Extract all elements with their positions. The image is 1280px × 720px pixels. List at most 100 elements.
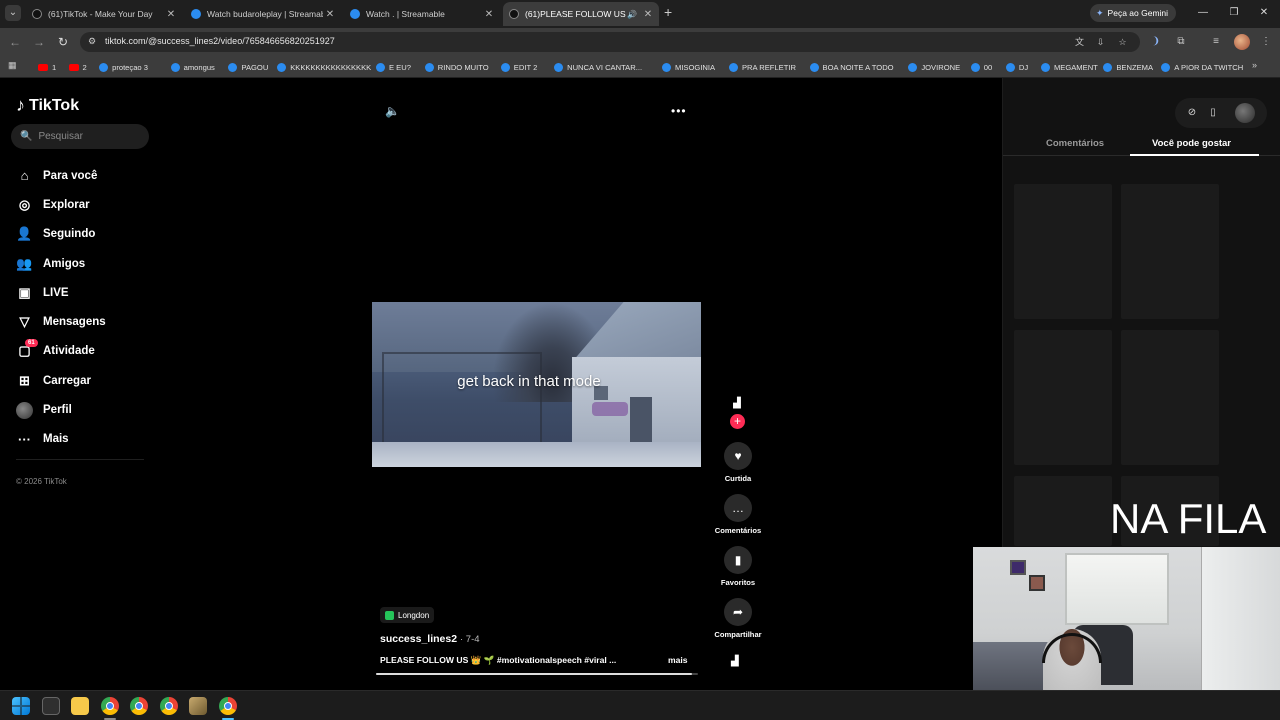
bookmark-item[interactable]: 2 [68, 60, 87, 74]
coin-icon[interactable]: ⊘ [1185, 106, 1199, 120]
obs-icon[interactable] [219, 697, 237, 715]
share-button[interactable]: ➦ Compartilhar [712, 598, 764, 639]
music-tag[interactable]: Longdon [380, 607, 435, 623]
bookmark-item[interactable]: DJ [1005, 60, 1028, 74]
suggested-video-thumbnail[interactable] [1014, 476, 1112, 546]
browser-tab[interactable]: Watch . | Streamable ✕ [344, 2, 500, 26]
forward-icon[interactable]: → [31, 34, 47, 50]
sidebar-item-atividade[interactable]: ▢ 61 Atividade [16, 337, 146, 366]
bookmark-item[interactable]: 00 [970, 60, 992, 74]
bookmark-item[interactable]: E EU? [376, 60, 411, 74]
suggested-video-thumbnail[interactable] [1121, 184, 1219, 319]
close-tab-icon[interactable]: ✕ [323, 9, 337, 20]
follow-plus-icon[interactable]: + [730, 414, 745, 429]
back-icon[interactable]: ← [7, 34, 23, 50]
sidebar-item-label: Mensagens [43, 316, 106, 329]
file-explorer-icon[interactable] [71, 697, 89, 715]
bookmark-item[interactable]: MISOGINIA [662, 60, 715, 74]
bookmark-item[interactable]: BENZEMA [1103, 60, 1153, 74]
bookmark-item[interactable]: amongus [170, 60, 215, 74]
calculator-icon[interactable] [42, 697, 60, 715]
suggested-video-thumbnail[interactable] [1014, 184, 1112, 319]
author-name[interactable]: success_lines2 [380, 633, 457, 645]
bookmark-item[interactable]: JOVIRONE [908, 60, 960, 74]
sidebar-item-perfil[interactable]: Perfil [16, 395, 146, 424]
streamable-icon [970, 62, 980, 72]
bookmark-star-icon[interactable]: ☆ [1116, 36, 1129, 49]
translate-icon[interactable]: 文 [1073, 36, 1086, 49]
bookmark-item[interactable]: RINDO MUITO [424, 60, 489, 74]
chrome-icon[interactable] [101, 697, 119, 715]
comments-button[interactable]: … Comentários [712, 494, 764, 535]
minimize-icon[interactable]: — [1195, 5, 1211, 21]
new-tab-icon[interactable]: + [664, 5, 678, 21]
bookmark-item[interactable]: MEGAMENT [1040, 60, 1098, 74]
more-options-icon[interactable]: ••• [671, 104, 687, 118]
music-label: Longdon [398, 610, 430, 620]
speaker-icon[interactable]: 🔊 [627, 10, 637, 19]
apps-grid-icon[interactable]: ▦ [8, 60, 17, 71]
media-controls-icon[interactable]: ≡ [1208, 34, 1224, 50]
extensions-icon[interactable]: ⧉ [1173, 34, 1189, 50]
browser-tab[interactable]: (61)TikTok - Make Your Day ✕ [26, 2, 182, 26]
stats-icon[interactable]: ▟ [731, 656, 739, 667]
bookmark-item[interactable]: PAGOU [228, 60, 268, 74]
windows-start-icon[interactable] [12, 697, 30, 715]
like-button[interactable]: ♥ Curtida [712, 442, 764, 483]
bookmark-item[interactable]: KKKKKKKKKKKKKKKK [277, 60, 371, 74]
tab-voce-pode-gostar[interactable]: Você pode gostar [1152, 138, 1231, 149]
suggested-video-thumbnail[interactable] [1014, 330, 1112, 465]
tab-search-icon[interactable]: ⌄ [5, 5, 21, 21]
volume-icon[interactable]: 🔈 [385, 104, 400, 118]
gemini-toolbar-icon[interactable]: ❩ [1148, 34, 1164, 50]
bookmark-label: MEGAMENT [1053, 62, 1098, 72]
user-avatar[interactable] [1235, 103, 1255, 123]
site-info-icon[interactable]: ⚙ [88, 36, 100, 48]
reload-icon[interactable]: ↻ [55, 34, 71, 50]
bookmark-item[interactable]: 1 [38, 60, 56, 74]
sidebar-item-live[interactable]: ▣ LIVE [16, 278, 146, 307]
close-tab-icon[interactable]: ✕ [164, 9, 178, 20]
search-box[interactable]: 🔍 [11, 124, 149, 149]
close-window-icon[interactable]: ✕ [1256, 5, 1272, 21]
sidebar-item-carregar[interactable]: ⊞ Carregar [16, 366, 146, 395]
phone-icon[interactable]: ▯ [1206, 106, 1220, 120]
search-input[interactable] [38, 131, 139, 142]
suggested-video-thumbnail[interactable] [1121, 330, 1219, 465]
browser-menu-icon[interactable]: ⋮ [1258, 34, 1274, 50]
tiktok-logo[interactable]: ♪ TikTok [16, 95, 79, 116]
sidebar-item-mais[interactable]: ··· Mais [16, 425, 146, 454]
bookmark-item[interactable]: NUNCA VI CANTAR... [554, 60, 642, 74]
chrome-profile-icon[interactable] [160, 697, 178, 715]
sidebar-item-seguindo[interactable]: 👤 Seguindo [16, 220, 146, 249]
gemini-button[interactable]: ✦ Peça ao Gemini [1090, 4, 1176, 22]
tab-comentarios[interactable]: Comentários [1046, 138, 1104, 149]
install-app-icon[interactable]: ⇩ [1094, 36, 1107, 49]
close-tab-icon[interactable]: ✕ [482, 9, 496, 20]
more-description-button[interactable]: mais [668, 655, 688, 665]
chrome-profile-icon[interactable] [130, 697, 148, 715]
creator-stats-icon[interactable]: ▟ [731, 398, 743, 410]
close-tab-icon[interactable]: ✕ [641, 9, 655, 20]
sidebar-item-mensagens[interactable]: ▽ Mensagens [16, 307, 146, 336]
bookmark-item[interactable]: EDIT 2 [500, 60, 537, 74]
browser-tab[interactable]: Watch budaroleplay | Streamable ✕ [185, 2, 341, 26]
sidebar-item-amigos[interactable]: 👥 Amigos [16, 249, 146, 278]
sidebar-item-explorar[interactable]: ◎ Explorar [16, 190, 146, 219]
bookmark-item[interactable]: proteçao 3 [99, 60, 148, 74]
more-bookmarks-icon[interactable]: » [1252, 60, 1257, 70]
bookmark-item[interactable]: BOA NOITE A TODO [809, 60, 894, 74]
browser-tab-active[interactable]: (61)PLEASE FOLLOW US ... 🔊 ✕ [503, 2, 659, 26]
bookmark-item[interactable]: PRA REFLETIR [728, 60, 796, 74]
restore-icon[interactable]: ❐ [1226, 5, 1242, 21]
video-progress-bar[interactable] [376, 673, 698, 675]
favorites-button[interactable]: ▮ Favoritos [712, 546, 764, 587]
league-client-icon[interactable] [189, 697, 207, 715]
address-bar[interactable]: ⚙ tiktok.com/@success_lines2/video/76584… [80, 32, 1140, 52]
tab-title: (61)PLEASE FOLLOW US ... [525, 9, 628, 19]
bookmark-item[interactable]: A PIOR DA TWITCH [1161, 60, 1243, 74]
url-text[interactable]: tiktok.com/@success_lines2/video/7658466… [105, 36, 335, 46]
video-player[interactable]: get back in that mode [372, 302, 701, 467]
sidebar-item-para-voce[interactable]: ⌂ Para você [16, 161, 146, 190]
browser-profile-avatar[interactable] [1234, 34, 1250, 50]
